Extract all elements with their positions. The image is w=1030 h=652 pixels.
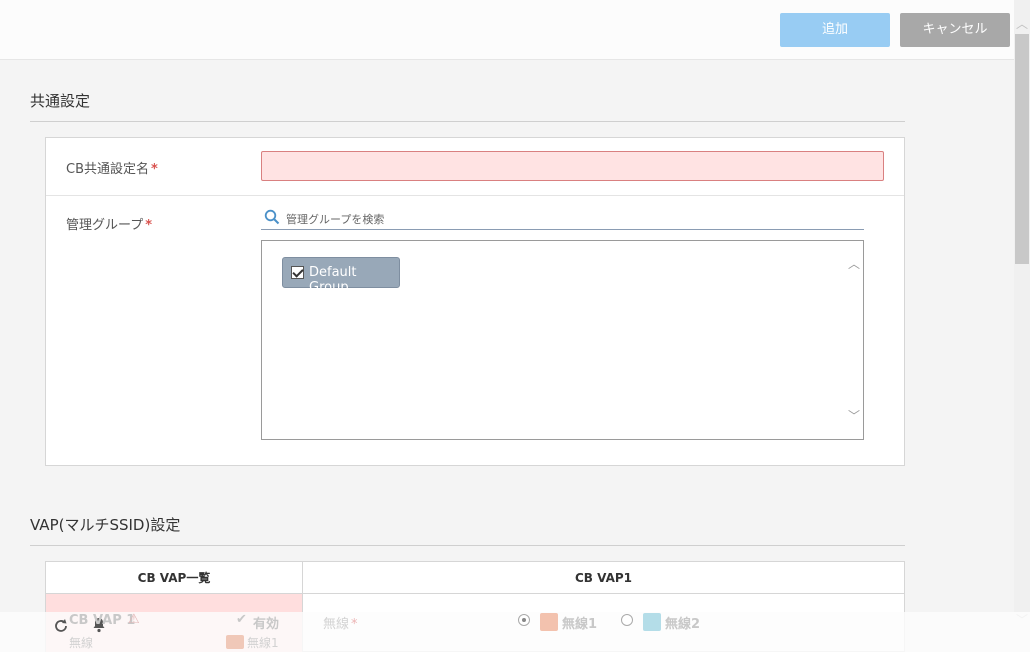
radio-2-button[interactable] [621, 614, 633, 626]
checkbox-checked-icon[interactable] [291, 266, 304, 279]
top-toolbar: 追加 キャンセル [0, 0, 1014, 60]
wifi-icon [643, 613, 661, 631]
refresh-icon[interactable] [53, 618, 69, 634]
cb-name-label: CB共通設定名 * [66, 162, 158, 177]
section-divider [30, 545, 905, 546]
chevron-up-icon[interactable]: ︿ [848, 255, 860, 272]
group-chip-default[interactable]: Default Group [282, 257, 400, 295]
search-placeholder: 管理グループを検索 [286, 213, 385, 226]
bottom-status-overlay: CB VAP 1 ⚠ ✔ 有効 無線 無線1 無線 * 無線1 無線2 [0, 612, 1030, 652]
vap-detail-header: CB VAP1 [303, 562, 904, 594]
common-settings-card: CB共通設定名 * 管理グループ * 管理グループを検索 Default Group… [45, 137, 905, 466]
required-mark: * [145, 218, 153, 233]
warning-icon: ⚠ [128, 612, 140, 627]
group-chip-label: Default Group [309, 265, 357, 295]
common-settings-title: 共通設定 [30, 92, 91, 110]
radio-1-button[interactable] [518, 614, 530, 626]
group-search-input[interactable]: 管理グループを検索 [261, 208, 864, 230]
chevron-down-icon[interactable]: ﹀ [848, 407, 860, 424]
cb-name-input[interactable] [261, 151, 884, 181]
scroll-up-icon[interactable]: ︿ [1014, 16, 1030, 32]
radio-1-label: 無線1 [562, 617, 598, 632]
vap-item-sub: 無線 [69, 636, 94, 650]
wifi-icon [226, 635, 244, 649]
vap-item-radio-tag: 無線1 [247, 636, 279, 650]
vap-settings-title: VAP(マルチSSID)設定 [30, 516, 181, 534]
status-check-icon: ✔ [236, 612, 247, 627]
vap-item-name: CB VAP 1 [69, 613, 136, 628]
page-scrollbar-thumb[interactable] [1015, 34, 1029, 264]
wifi-icon [540, 613, 558, 631]
search-icon [264, 209, 280, 225]
group-list-box: Default Group ︿ ﹀ [261, 240, 864, 440]
vap-item-status: 有効 [253, 617, 280, 632]
radio-2-label: 無線2 [665, 617, 701, 632]
required-mark: * [151, 162, 158, 177]
vap-list-header: CB VAP一覧 [46, 562, 303, 594]
cancel-button[interactable]: キャンセル [900, 13, 1010, 47]
section-divider [30, 121, 905, 122]
radio-field-label: 無線 * [323, 617, 358, 632]
group-label: 管理グループ * [66, 218, 153, 233]
add-button[interactable]: 追加 [780, 13, 890, 47]
row-divider [46, 195, 904, 196]
